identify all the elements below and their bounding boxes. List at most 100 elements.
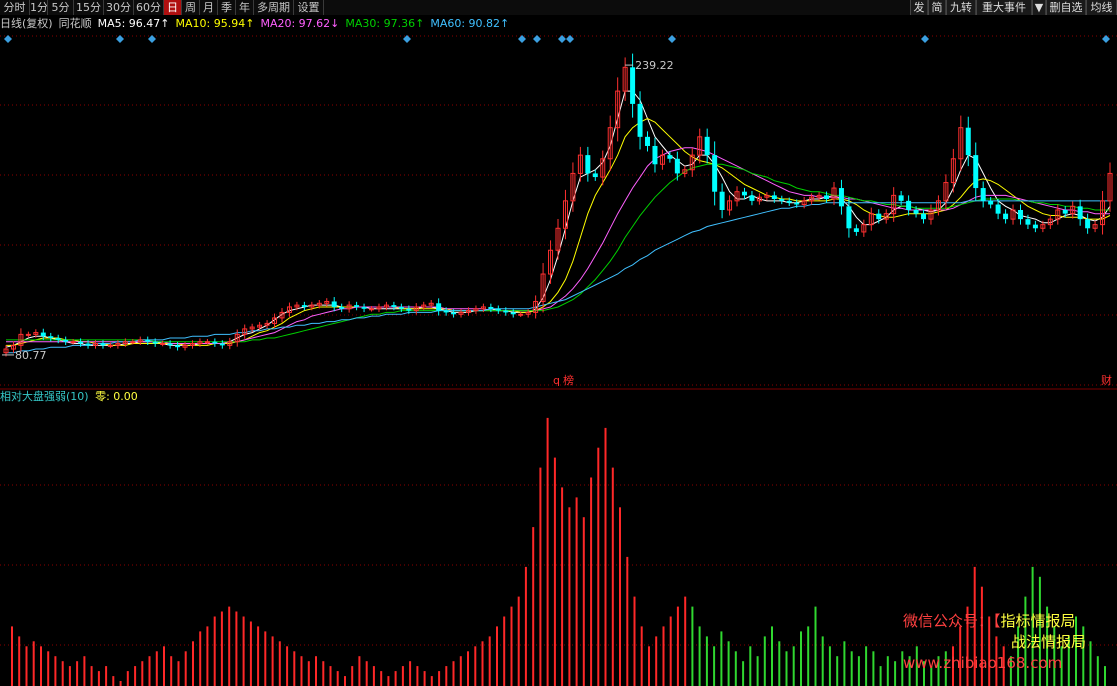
indicator-bar-55 <box>409 661 412 686</box>
candle-body-112 <box>838 188 844 207</box>
indicator-bar-81 <box>597 447 600 686</box>
event-label-q: q <box>553 374 560 387</box>
indicator-bar-47 <box>351 666 354 686</box>
indicator-bar-51 <box>380 671 383 686</box>
indicator-bar-149 <box>1089 641 1092 686</box>
event-diamond-9 <box>921 35 929 43</box>
indicator-bar-121 <box>886 656 889 686</box>
candle-body-8 <box>63 339 69 342</box>
indicator-bar-6 <box>54 656 57 686</box>
candle-body-123 <box>921 213 927 220</box>
indicator-bar-67 <box>496 626 498 686</box>
candle-body-13 <box>100 343 106 346</box>
candle-body-52 <box>391 305 397 307</box>
candle-body-87 <box>652 145 658 165</box>
indicator-bar-39 <box>293 651 296 686</box>
indicator-bar-63 <box>467 651 469 686</box>
candle-body-17 <box>130 341 136 344</box>
candle-body-54 <box>406 308 412 311</box>
watermark: 微信公众号：【指标情报局 战法情报局 www.zhibiao168.com <box>903 611 1086 674</box>
indicator-bar-94 <box>691 606 694 686</box>
indicator-bar-77 <box>568 507 571 686</box>
indicator-bar-62 <box>459 656 462 686</box>
candle-body-86 <box>645 136 651 146</box>
indicator-bar-4 <box>40 646 42 686</box>
candle-body-21 <box>160 343 166 346</box>
indicator-bar-115 <box>843 641 846 686</box>
indicator-bar-49 <box>365 661 368 686</box>
candle-body-85 <box>637 103 643 137</box>
indicator-bar-18 <box>141 661 144 686</box>
indicator-bar-17 <box>134 666 137 686</box>
candle-body-65 <box>488 306 494 309</box>
indicator-bar-104 <box>763 636 766 686</box>
indicator-bar-24 <box>184 651 187 686</box>
candle-body-145 <box>1085 219 1091 229</box>
candle-body-130 <box>973 155 979 189</box>
indicator-bar-82 <box>604 427 607 686</box>
event-diamond-2 <box>148 35 156 43</box>
candle-body-90 <box>674 158 680 174</box>
indicator-bar-33 <box>249 621 252 686</box>
candle-body-67 <box>503 310 509 313</box>
indicator-bar-116 <box>850 651 853 686</box>
candle-body-138 <box>1032 224 1038 229</box>
candle-body-20 <box>152 341 158 344</box>
indicator-bar-79 <box>582 517 585 686</box>
candle-body-7 <box>55 338 61 340</box>
indicator-bar-64 <box>474 646 477 686</box>
candle-body-6 <box>48 336 54 339</box>
candle-body-106 <box>794 202 800 205</box>
indicator-bar-25 <box>192 641 194 686</box>
indicator-bar-119 <box>872 651 875 686</box>
indicator-bar-66 <box>488 636 491 686</box>
indicator-bar-57 <box>423 671 426 686</box>
indicator-bar-86 <box>633 596 636 686</box>
candle-body-103 <box>771 195 777 200</box>
indicator-bar-45 <box>336 671 339 686</box>
indicator-bar-113 <box>828 646 831 686</box>
indicator-bar-30 <box>228 606 231 686</box>
indicator-bar-68 <box>503 616 506 686</box>
candle-body-19 <box>145 339 151 342</box>
candle-body-59 <box>443 310 449 313</box>
indicator-bar-95 <box>698 626 701 686</box>
candle-body-66 <box>495 308 501 311</box>
indicator-bar-109 <box>800 631 802 686</box>
indicator-bar-38 <box>286 646 289 686</box>
indicator-bar-23 <box>177 661 180 686</box>
indicator-bar-111 <box>814 606 817 686</box>
candle-body-27 <box>204 341 210 344</box>
indicator-bar-31 <box>235 611 238 686</box>
indicator-bar-103 <box>756 656 759 686</box>
indicator-bar-21 <box>163 646 165 686</box>
indicator-bar-29 <box>220 611 223 686</box>
indicator-bar-58 <box>430 676 433 686</box>
candle-body-29 <box>219 343 225 346</box>
indicator-bar-9 <box>76 661 79 686</box>
candle-body-23 <box>175 345 181 348</box>
indicator-bar-78 <box>575 497 578 686</box>
indicator-bar-14 <box>112 676 115 686</box>
wm-line1b: 指标情报局 <box>1000 612 1076 630</box>
indicator-bar-105 <box>771 626 773 686</box>
indicator-bar-15 <box>119 681 122 686</box>
indicator-bar-19 <box>148 656 151 686</box>
indicator-bar-3 <box>32 641 35 686</box>
indicator-bar-99 <box>727 641 730 686</box>
indicator-bar-150 <box>1096 656 1099 686</box>
indicator-bar-16 <box>126 671 129 686</box>
indicator-bar-13 <box>105 666 108 686</box>
indicator-bar-11 <box>90 666 93 686</box>
candle-body-94 <box>704 136 710 156</box>
indicator-bar-122 <box>894 661 897 686</box>
candle-body-110 <box>824 195 830 200</box>
indicator-bar-22 <box>170 656 173 686</box>
high-label: 239.22 <box>635 59 674 72</box>
candle-body-9 <box>70 341 76 344</box>
candle-body-121 <box>906 200 912 210</box>
indicator-bar-76 <box>561 487 564 686</box>
candle-body-79 <box>592 173 598 178</box>
indicator-bar-70 <box>517 596 520 686</box>
indicator-name: 相对大盘强弱(10) <box>0 390 89 403</box>
